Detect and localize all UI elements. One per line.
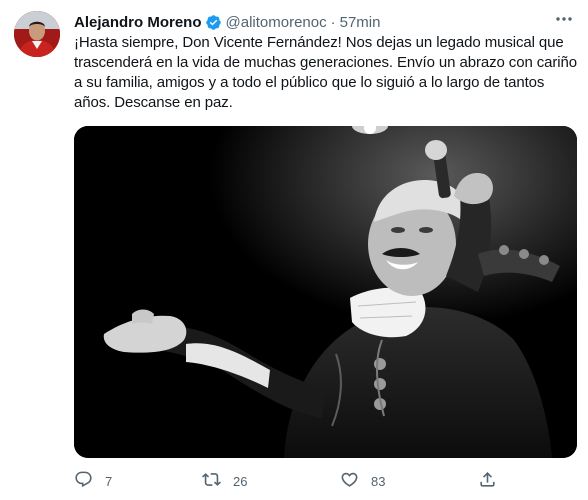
like-count: 83: [371, 473, 386, 489]
heart-icon: [340, 470, 359, 492]
more-options-icon[interactable]: [552, 9, 576, 29]
avatar-photo: [14, 11, 60, 57]
tweet-header: Alejandro Moreno @alitomorenoc · 57min: [74, 12, 548, 32]
reply-count: 7: [105, 473, 113, 489]
header-separator: ·: [330, 13, 336, 31]
verified-badge-icon: [205, 14, 222, 31]
retweet-button[interactable]: 26: [202, 470, 247, 492]
reply-button[interactable]: 7: [74, 470, 112, 492]
retweet-count: 26: [233, 473, 248, 489]
share-icon: [478, 470, 497, 492]
tweet-card[interactable]: Alejandro Moreno @alitomorenoc · 57min ¡…: [0, 0, 588, 500]
tweet-text: ¡Hasta siempre, Don Vicente Fernández! N…: [74, 34, 578, 111]
share-button[interactable]: [478, 470, 497, 492]
retweet-icon: [202, 470, 221, 492]
author-avatar[interactable]: [14, 11, 60, 57]
reply-icon: [74, 470, 93, 492]
tweet-actions: 7 26 83: [74, 470, 564, 492]
concert-photo-image: [74, 126, 577, 458]
tweet-timestamp[interactable]: 57min: [340, 14, 381, 31]
author-handle[interactable]: @alitomorenoc: [226, 14, 327, 31]
tweet-photo[interactable]: [74, 126, 577, 458]
author-name[interactable]: Alejandro Moreno: [74, 14, 202, 31]
like-button[interactable]: 83: [340, 470, 385, 492]
